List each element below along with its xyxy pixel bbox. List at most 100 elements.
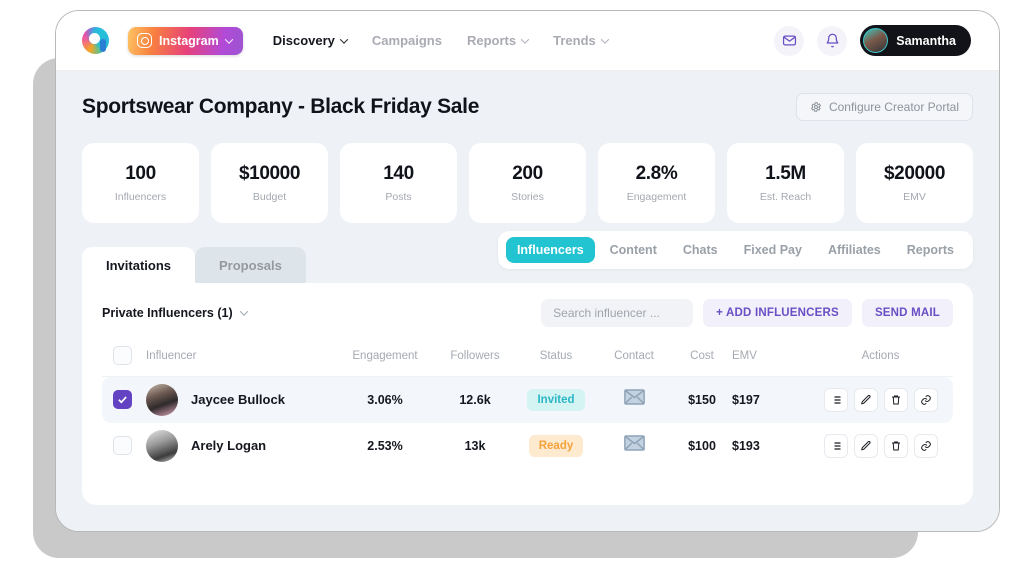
row-emv: $193 <box>732 423 808 469</box>
nav-item-reports[interactable]: Reports <box>467 33 528 48</box>
envelope-icon-button[interactable] <box>624 435 645 456</box>
configure-creator-portal-button[interactable]: Configure Creator Portal <box>796 93 973 121</box>
stat-value: 2.8% <box>636 163 678 185</box>
copy-link-button[interactable] <box>914 434 938 458</box>
envelope-icon-button[interactable] <box>624 389 645 410</box>
row-select-cell <box>102 423 146 469</box>
tab-proposals-label: Proposals <box>219 258 282 273</box>
search-placeholder: Search influencer ... <box>553 306 660 320</box>
app-logo-icon[interactable] <box>82 27 109 54</box>
trash-icon <box>890 394 902 406</box>
user-name: Samantha <box>896 34 956 48</box>
bell-icon <box>825 33 840 48</box>
list-icon <box>830 394 842 406</box>
table-header-row: Influencer Engagement Followers Status C… <box>102 337 953 377</box>
tab-chats[interactable]: Chats <box>672 237 729 263</box>
notifications-button[interactable] <box>817 26 847 56</box>
stat-value: $20000 <box>884 163 945 185</box>
platform-selector-instagram[interactable]: Instagram <box>128 27 243 55</box>
top-navbar: Instagram Discovery Campaigns Reports Tr… <box>56 11 999 71</box>
tab-invitations[interactable]: Invitations <box>82 247 195 283</box>
segmented-control: Influencers Content Chats Fixed Pay Affi… <box>498 231 973 269</box>
stat-label: Budget <box>253 191 286 203</box>
nav-item-trends[interactable]: Trends <box>553 33 608 48</box>
tab-content-label: Content <box>610 243 657 257</box>
send-mail-label: SEND MAIL <box>875 307 940 319</box>
nav-item-campaigns[interactable]: Campaigns <box>372 33 442 48</box>
tab-fixed-pay[interactable]: Fixed Pay <box>733 237 813 263</box>
app-window: Instagram Discovery Campaigns Reports Tr… <box>55 10 1000 532</box>
edit-button[interactable] <box>854 388 878 412</box>
page-title: Sportswear Company - Black Friday Sale <box>82 95 479 119</box>
envelope-icon <box>624 435 645 451</box>
table-row[interactable]: Arely Logan 2.53% 13k Ready <box>102 423 953 469</box>
mail-icon-button[interactable] <box>774 26 804 56</box>
row-actions-cell <box>808 377 953 423</box>
list-icon-button[interactable] <box>824 434 848 458</box>
edit-pencil-icon <box>860 440 872 452</box>
column-header-contact: Contact <box>596 337 672 377</box>
influencer-name: Arely Logan <box>191 438 266 453</box>
search-input[interactable]: Search influencer ... <box>541 299 693 327</box>
stat-card-engagement: 2.8% Engagement <box>598 143 715 223</box>
row-status-cell: Ready <box>516 423 596 469</box>
send-mail-button[interactable]: SEND MAIL <box>862 299 953 327</box>
stat-label: Engagement <box>627 191 687 203</box>
select-all-checkbox[interactable] <box>113 346 132 365</box>
instagram-icon <box>137 33 152 48</box>
row-influencer-cell: Jaycee Bullock <box>146 377 336 423</box>
tab-proposals[interactable]: Proposals <box>195 247 306 283</box>
row-actions-cell <box>808 423 953 469</box>
user-menu[interactable]: Samantha <box>860 25 971 56</box>
stat-label: Est. Reach <box>760 191 811 203</box>
tab-reports[interactable]: Reports <box>896 237 965 263</box>
trash-icon <box>890 440 902 452</box>
configure-creator-portal-label: Configure Creator Portal <box>829 100 959 114</box>
column-header-status: Status <box>516 337 596 377</box>
column-header-cost: Cost <box>672 337 732 377</box>
column-header-emv: EMV <box>732 337 808 377</box>
row-cost: $100 <box>672 423 732 469</box>
stat-label: Posts <box>385 191 411 203</box>
list-icon <box>830 440 842 452</box>
mail-icon <box>782 33 797 48</box>
edit-pencil-icon <box>860 394 872 406</box>
nav-links: Discovery Campaigns Reports Trends <box>273 33 608 48</box>
stats-row: 100 Influencers $10000 Budget 140 Posts … <box>82 143 973 223</box>
select-all-header <box>102 337 146 377</box>
chevron-down-icon <box>521 35 529 43</box>
row-status-cell: Invited <box>516 377 596 423</box>
row-checkbox[interactable] <box>113 390 132 409</box>
tab-influencers[interactable]: Influencers <box>506 237 595 263</box>
table-head: Influencer Engagement Followers Status C… <box>102 337 953 377</box>
table-row[interactable]: Jaycee Bullock 3.06% 12.6k Invited <box>102 377 953 423</box>
row-checkbox[interactable] <box>113 436 132 455</box>
private-influencers-group-selector[interactable]: Private Influencers (1) <box>102 306 247 320</box>
row-engagement: 2.53% <box>336 423 434 469</box>
status-badge: Invited <box>527 389 584 411</box>
table-body: Jaycee Bullock 3.06% 12.6k Invited <box>102 377 953 469</box>
column-header-followers: Followers <box>434 337 516 377</box>
list-icon-button[interactable] <box>824 388 848 412</box>
check-icon <box>117 394 128 405</box>
tab-affiliates-label: Affiliates <box>828 243 881 257</box>
nav-item-reports-label: Reports <box>467 33 516 48</box>
avatar <box>146 384 178 416</box>
tab-affiliates[interactable]: Affiliates <box>817 237 892 263</box>
delete-button[interactable] <box>884 388 908 412</box>
private-influencers-label: Private Influencers (1) <box>102 306 233 320</box>
navbar-right-group: Samantha <box>774 25 971 56</box>
stat-value: $10000 <box>239 163 300 185</box>
copy-link-button[interactable] <box>914 388 938 412</box>
envelope-icon <box>624 389 645 405</box>
table-toolbar: Private Influencers (1) Search influence… <box>102 299 953 327</box>
delete-button[interactable] <box>884 434 908 458</box>
add-influencers-button[interactable]: + ADD INFLUENCERS <box>703 299 852 327</box>
content-panel-wrap: Influencers Content Chats Fixed Pay Affi… <box>82 247 973 505</box>
nav-item-discovery[interactable]: Discovery <box>273 33 347 48</box>
tab-content[interactable]: Content <box>599 237 668 263</box>
avatar <box>146 430 178 462</box>
edit-button[interactable] <box>854 434 878 458</box>
row-followers: 13k <box>434 423 516 469</box>
stat-value: 1.5M <box>765 163 806 185</box>
